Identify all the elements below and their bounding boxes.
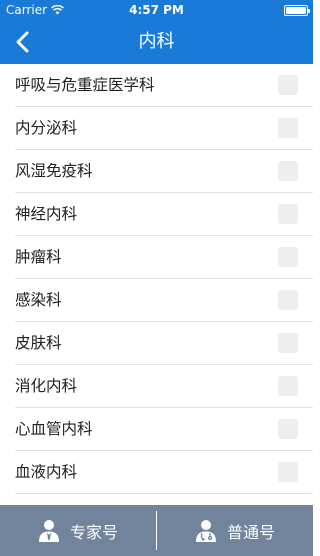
department-label: 皮肤科 xyxy=(15,334,62,352)
status-bar: Carrier 4:57 PM xyxy=(0,0,313,20)
tab-general[interactable]: 普通号 xyxy=(157,505,313,556)
tab-expert-label: 专家号 xyxy=(69,522,118,542)
department-row[interactable]: 感染科 xyxy=(15,279,313,322)
expert-doctor-icon xyxy=(38,519,59,542)
department-checkbox[interactable] xyxy=(278,204,298,224)
page-title: 内科 xyxy=(138,31,175,52)
department-label: 风湿免疫科 xyxy=(15,162,93,180)
navigation-bar: 内科 xyxy=(0,20,313,64)
tab-general-label: 普通号 xyxy=(226,522,275,542)
department-row[interactable]: 风湿免疫科 xyxy=(15,150,313,193)
department-checkbox[interactable] xyxy=(278,376,298,396)
department-checkbox[interactable] xyxy=(278,419,298,439)
department-label: 消化内科 xyxy=(15,377,78,395)
department-row[interactable]: 肿瘤科 xyxy=(15,236,313,279)
department-list: 呼吸与危重症医学科 内分泌科风湿免疫科神经内科肿瘤科感染科皮肤科消化内科心血管内科… xyxy=(0,64,313,494)
department-label: 内分泌科 xyxy=(15,119,78,137)
department-checkbox[interactable] xyxy=(278,290,298,310)
department-checkbox[interactable] xyxy=(278,75,298,95)
department-row[interactable]: 呼吸与危重症医学科 xyxy=(15,64,313,107)
department-checkbox[interactable] xyxy=(278,161,298,181)
battery-icon xyxy=(284,5,310,16)
department-checkbox[interactable] xyxy=(278,333,298,353)
department-checkbox[interactable] xyxy=(278,247,298,267)
department-label: 感染科 xyxy=(15,291,62,309)
department-checkbox[interactable] xyxy=(278,118,298,138)
department-row[interactable]: 皮肤科 xyxy=(15,322,313,365)
general-doctor-icon xyxy=(195,519,216,542)
department-label: 心血管内科 xyxy=(15,420,93,438)
department-row[interactable]: 内分泌科 xyxy=(15,107,313,150)
department-row[interactable]: 心血管内科 xyxy=(15,408,313,451)
department-row[interactable]: 神经内科 xyxy=(15,193,313,236)
department-label: 神经内科 xyxy=(15,205,78,223)
department-label: 呼吸与危重症医学科 xyxy=(15,76,155,94)
department-label: 血液内科 xyxy=(15,463,78,481)
bottom-tab-bar: 专家号 普通号 xyxy=(0,505,313,556)
status-time: 4:57 PM xyxy=(129,3,184,17)
department-label: 肿瘤科 xyxy=(15,248,62,266)
department-checkbox[interactable] xyxy=(278,462,298,482)
department-row[interactable]: 血液内科 xyxy=(15,451,313,494)
department-row[interactable]: 消化内科 xyxy=(15,365,313,408)
tab-expert[interactable]: 专家号 xyxy=(0,505,156,556)
